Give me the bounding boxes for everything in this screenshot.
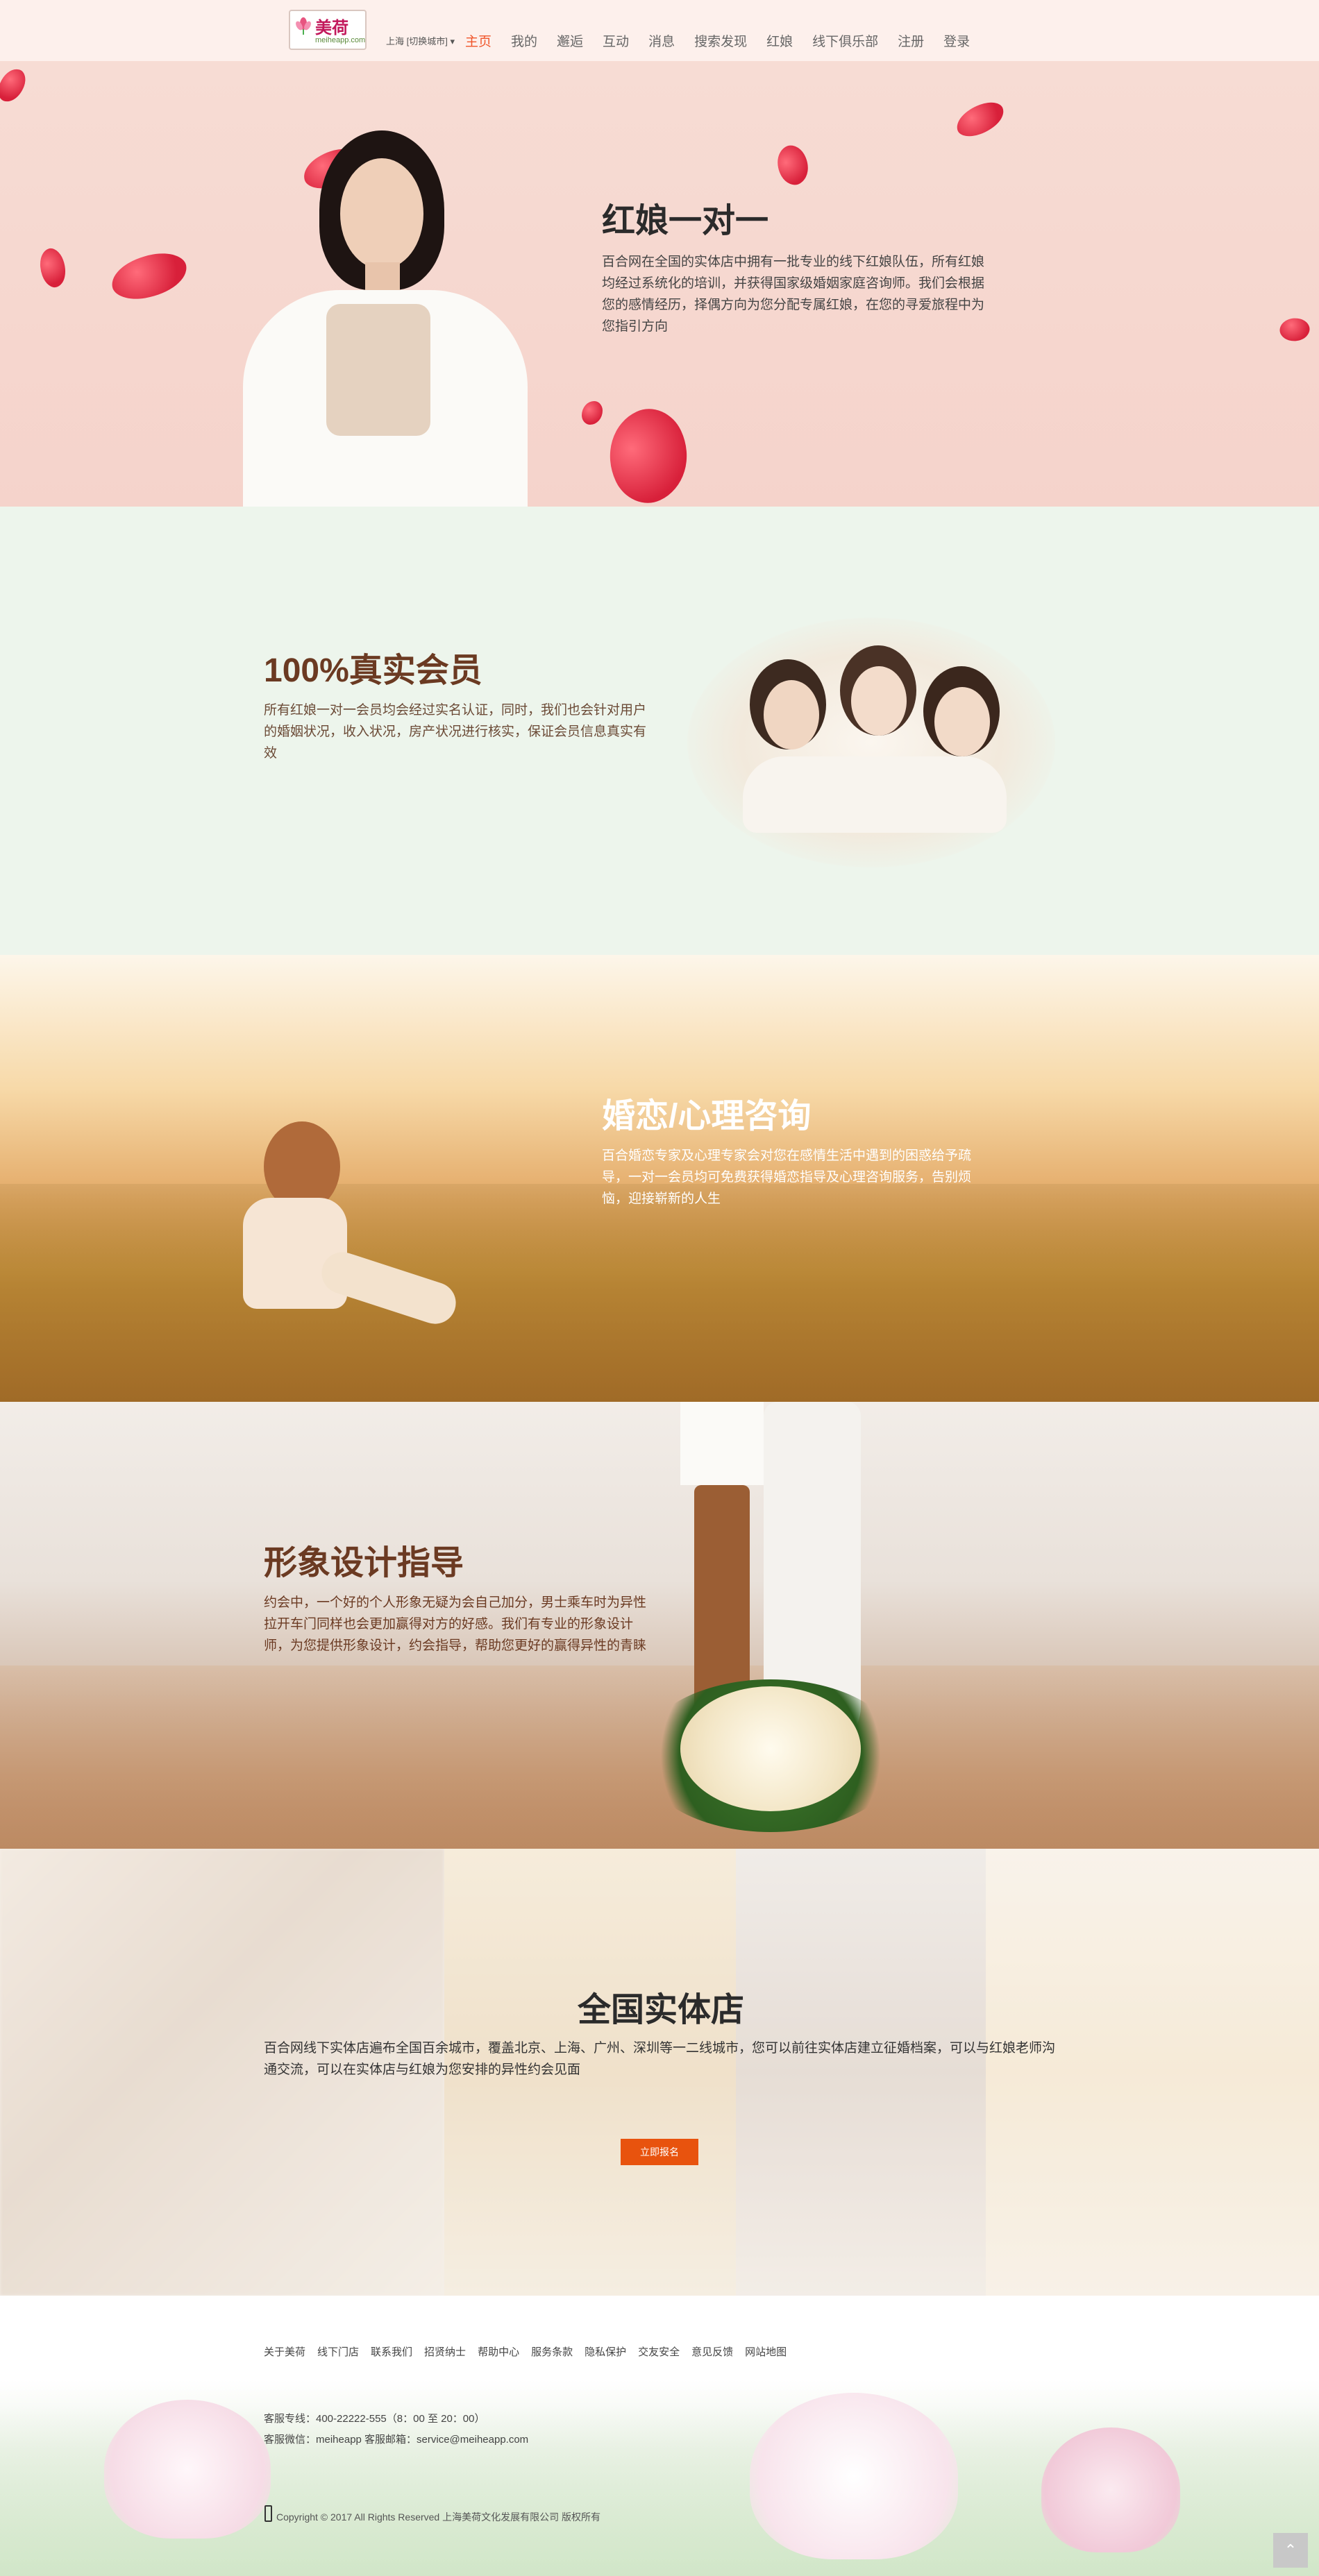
section-title: 婚恋/心理咨询 [602,1098,812,1135]
nav-item-login[interactable]: 登录 [943,31,970,50]
sign-up-now-button[interactable]: 立即报名 [621,2139,698,2165]
footer-link-about[interactable]: 关于美荷 [264,2344,305,2359]
nav-item-messages[interactable]: 消息 [648,31,675,50]
petal-decoration [0,65,29,106]
site-logo[interactable]: 美荷 meiheapp.com [289,10,367,50]
petal-decoration [34,245,72,291]
petal-decoration [108,248,191,304]
section-title: 100%真实会员 [264,652,482,689]
nav-item-offline-club[interactable]: 线下俱乐部 [812,31,878,50]
footer-link-stores[interactable]: 线下门店 [317,2344,359,2359]
footer-links: 关于美荷 线下门店 联系我们 招贤纳士 帮助中心 服务条款 隐私保护 交友安全 … [264,2344,798,2359]
real-members-section: 100%真实会员 所有红娘一对一会员均会经过实名认证，同时，我们也会针对用户的婚… [0,507,1319,955]
counseling-section: 婚恋/心理咨询 百合婚恋专家及心理专家会对您在感情生活中遇到的困惑给予疏导，一对… [0,955,1319,1402]
footer [0,2296,1319,2576]
footer-link-help[interactable]: 帮助中心 [478,2344,519,2359]
section-description: 百合网线下实体店遍布全国百余城市，覆盖北京、上海、广州、深圳等一二线城市，您可以… [264,2041,1056,2077]
section-description: 所有红娘一对一会员均会经过实名认证，同时，我们也会针对用户的婚姻状况，收入状况，… [264,703,647,761]
customer-hotline: 客服专线：400-22222-555（8：00 至 20：00） [264,2413,485,2425]
section-title: 全国实体店 [578,1992,745,2028]
footer-link-terms[interactable]: 服务条款 [531,2344,573,2359]
petal-decoration [592,398,705,507]
logo-name: 美荷 [315,17,348,37]
lotus-logo-icon [296,17,311,35]
city-switcher[interactable]: 上海 [切换城市] ▾ [386,34,455,47]
image-design-section: 形象设计指导 约会中，一个好的个人形象无疑为会自己加分，男士乘车时为异性拉开车门… [0,1402,1319,1849]
footer-link-safety[interactable]: 交友安全 [638,2344,680,2359]
lotus-flower-image [104,2400,271,2539]
customer-wechat-email: 客服微信：meiheapp 客服邮箱：service@meiheapp.com [264,2434,529,2446]
lotus-flower-image [1041,2427,1180,2552]
section-title: 形象设计指导 [264,1545,464,1582]
nav-item-register[interactable]: 注册 [898,31,924,50]
meadow-background [0,1184,1319,1402]
logo-domain: meiheapp.com [315,36,366,44]
nav-item-encounter[interactable]: 邂逅 [557,31,583,50]
phone-icon [264,2505,272,2522]
matchmaker-portrait [229,130,528,507]
footer-link-feedback[interactable]: 意见反馈 [691,2344,733,2359]
footer-link-privacy[interactable]: 隐私保护 [585,2344,626,2359]
nav-item-matchmaker[interactable]: 红娘 [766,31,793,50]
petal-decoration [582,401,603,425]
main-menu: 主页 我的 邂逅 互动 消息 搜索发现 红娘 线下俱乐部 注册 登录 [465,31,989,50]
nav-item-interact[interactable]: 互动 [603,31,629,50]
copyright-text: Copyright © 2017 All Rights Reserved 上海美… [276,2511,600,2523]
rose-bouquet-photo [639,1652,902,1846]
footer-link-sitemap[interactable]: 网站地图 [745,2344,787,2359]
stores-section: 全国实体店 百合网线下实体店遍布全国百余城市，覆盖北京、上海、广州、深圳等一二线… [0,1849,1319,2296]
lotus-flower-image [750,2393,958,2559]
footer-link-careers[interactable]: 招贤纳士 [424,2344,466,2359]
matchmaker-section: 红娘一对一 百合网在全国的实体店中拥有一批专业的线下红娘队伍，所有红娘均经过系统… [0,61,1319,507]
top-nav: 美荷 meiheapp.com 上海 [切换城市] ▾ 主页 我的 邂逅 互动 … [0,0,1319,62]
section-title: 红娘一对一 [602,203,769,239]
petal-decoration [952,97,1009,142]
footer-link-contact[interactable]: 联系我们 [371,2344,412,2359]
petal-decoration [1277,314,1312,345]
women-group-photo [687,618,1055,867]
back-to-top-button[interactable]: ⌃ [1273,2533,1308,2568]
section-description: 百合网在全国的实体店中拥有一批专业的线下红娘队伍，所有红娘均经过系统化的培训，并… [602,255,985,334]
section-description: 约会中，一个好的个人形象无疑为会自己加分，男士乘车时为异性拉开车门同样也会更加赢… [264,1595,647,1653]
section-description: 百合婚恋专家及心理专家会对您在感情生活中遇到的困惑给予疏导，一对一会员均可免费获… [602,1149,972,1206]
nav-item-mine[interactable]: 我的 [511,31,537,50]
petal-decoration [769,140,816,190]
sitting-woman-photo [236,1121,486,1378]
nav-item-home[interactable]: 主页 [465,31,492,50]
nav-item-search[interactable]: 搜索发现 [694,31,747,50]
